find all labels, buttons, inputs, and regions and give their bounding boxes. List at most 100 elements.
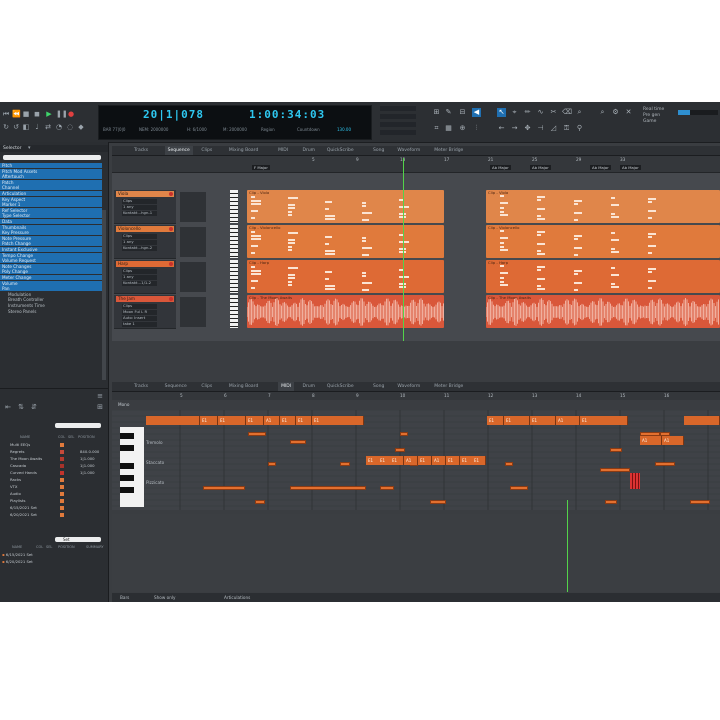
articulation-block[interactable]: E1	[390, 456, 404, 465]
grid-icon[interactable]: ▦	[444, 124, 453, 133]
browser-item[interactable]: Tempo Change	[0, 252, 102, 258]
clip[interactable]: Clip - The Moon Awaits	[247, 295, 444, 328]
record-arm-icon[interactable]	[169, 191, 173, 196]
articulations-toggle[interactable]: Articulations	[224, 593, 250, 602]
midi-note[interactable]	[600, 468, 630, 472]
midi-note[interactable]	[203, 486, 245, 490]
tab-sequence[interactable]: Sequence	[164, 146, 193, 155]
browser-item[interactable]: Key Aspect	[0, 196, 102, 202]
articulation-block[interactable]: E1	[504, 416, 530, 425]
counter-display[interactable]: 20|1|078 1:00:34:03 BAR 77|0|0 NEM: 2000…	[98, 105, 372, 140]
articulation-block[interactable]: A1	[556, 416, 580, 425]
list-view-icon[interactable]: ≡	[96, 392, 104, 400]
browser-item[interactable]: Thumbnails	[0, 224, 102, 230]
search-icon[interactable]: ⌕	[598, 108, 607, 117]
bus-icon[interactable]: ⊟	[458, 108, 467, 117]
midi-note[interactable]	[400, 432, 408, 436]
track-field[interactable]: Kontakt...hgn-2	[122, 246, 157, 251]
track-field[interactable]: Auto: Insert	[122, 316, 157, 321]
clip[interactable]: Clip - Violoncello	[247, 225, 444, 258]
browser-item[interactable]: Marker 1	[0, 202, 102, 208]
wait-icon[interactable]: ◔	[55, 123, 63, 131]
midi-note[interactable]	[290, 440, 306, 444]
articulation-block[interactable]	[684, 416, 720, 425]
track-field[interactable]: Clips	[122, 304, 157, 309]
track-header[interactable]: The Jam Clips Moon Ful L R Auto: Insert take…	[114, 295, 176, 329]
black-key[interactable]	[120, 463, 134, 469]
metronome-icon[interactable]: ♩	[33, 123, 41, 131]
piano-roll-ruler[interactable]: 5 6 7 8 9 10 11 12 13 14 15 16	[112, 392, 720, 400]
browser-item[interactable]: Poly Change	[0, 269, 102, 275]
track-routing[interactable]	[180, 227, 206, 257]
track-field[interactable]: 1 any	[122, 275, 157, 280]
nudge-right-icon[interactable]: →	[510, 124, 519, 133]
black-key[interactable]	[120, 445, 134, 451]
pointer-tool-icon[interactable]: ↖	[497, 108, 506, 117]
browser-item[interactable]: Pitch Mod Assets	[0, 168, 102, 174]
articulation-block[interactable]: A1	[264, 416, 280, 425]
tab-midi[interactable]: MIDI	[278, 146, 288, 155]
grid-view-icon[interactable]: ⊞	[96, 403, 104, 411]
tab-sequence[interactable]: Sequence	[165, 382, 187, 391]
wave-tool-icon[interactable]: ∿	[536, 108, 545, 117]
sort-icon[interactable]: ⇵	[30, 403, 38, 411]
project-list-item[interactable]: Playlists	[2, 498, 102, 504]
articulation-block[interactable]: E1	[530, 416, 556, 425]
move-icon[interactable]: ✥	[523, 124, 532, 133]
input-dropdown[interactable]	[380, 114, 416, 119]
pencil-tool-icon[interactable]: ✏	[523, 108, 532, 117]
zoom-icon[interactable]: ⊕	[458, 124, 467, 133]
midi-note[interactable]	[268, 462, 276, 466]
fade-icon[interactable]: ◿	[549, 124, 558, 133]
show-only-toggle[interactable]: Show only	[154, 593, 176, 602]
articulation-block[interactable]: A1	[662, 436, 684, 445]
midi-note[interactable]	[290, 486, 366, 490]
clip[interactable]: Clip - The Moon Awaits	[486, 295, 720, 328]
lock-icon[interactable]: ⚿	[562, 124, 571, 133]
quantize-dropdown[interactable]	[380, 130, 416, 135]
articulation-block[interactable]: E1	[446, 456, 460, 465]
set-list-item[interactable]: ▪ 6/15/2021 Set	[2, 552, 100, 558]
clip[interactable]: Clip - Viola	[486, 190, 720, 223]
project-list-item[interactable]: 6/20/2021 Set	[2, 512, 102, 518]
chevron-down-icon[interactable]: ▾	[28, 145, 31, 151]
tab-tracks[interactable]: Tracks	[134, 146, 148, 155]
articulation-block[interactable]: A1	[640, 436, 662, 445]
track-routing[interactable]	[180, 192, 206, 222]
magnify-tool-icon[interactable]: ⌕	[575, 108, 584, 117]
punch-icon[interactable]: ◧	[22, 123, 30, 131]
tab-quickscribe[interactable]: QuickScribe	[327, 382, 354, 391]
tab-waveform[interactable]: Waveform	[397, 382, 420, 391]
stop-icon[interactable]: ■	[22, 110, 30, 118]
articulation-block[interactable]: E1	[312, 416, 364, 425]
track-header[interactable]: Harp Clips 1 any Kontakt...1/1-2	[114, 260, 176, 294]
midi-note[interactable]	[655, 462, 675, 466]
clip[interactable]: Clip - Harp	[486, 260, 720, 293]
edit-icon[interactable]: ✎	[444, 108, 453, 117]
tab-mixing-board[interactable]: Mixing Board	[229, 382, 258, 391]
browser-item[interactable]: Instant Exclusive	[0, 247, 102, 252]
timeline-ruler[interactable]: 59131721252933 F MajorAb MajorAb MajorAb…	[112, 156, 720, 173]
track-field[interactable]: 1 any	[122, 240, 157, 245]
close-icon[interactable]: ✕	[624, 108, 633, 117]
track-name[interactable]: Harp	[116, 261, 174, 267]
project-list-item[interactable]: Racks	[2, 477, 102, 483]
browser-item[interactable]: Breath Controller	[0, 297, 108, 303]
midi-note[interactable]	[690, 500, 710, 504]
marker-flag[interactable]: Ab Major	[620, 165, 641, 170]
browser-item[interactable]: Data	[0, 219, 102, 224]
black-key[interactable]	[120, 433, 134, 439]
pause-icon[interactable]: ❚❚	[56, 110, 68, 118]
project-list-item[interactable]: Multi EEQs	[2, 442, 102, 448]
articulation-block[interactable]: A1	[404, 456, 418, 465]
pizzicato-marker[interactable]	[630, 473, 640, 489]
track-header[interactable]: Viola Clips 1 any Kontakt...hgn-1	[114, 190, 176, 224]
project-list-item[interactable]: 6/15/2021 Set	[2, 505, 102, 511]
nudge-left-icon[interactable]: ←	[497, 124, 506, 133]
midi-note[interactable]	[610, 448, 622, 452]
browser-item[interactable]: Note Pressure	[0, 235, 102, 241]
browser-item[interactable]: Modulation	[0, 291, 108, 297]
browser-scrollbar[interactable]	[102, 210, 106, 380]
articulation-block[interactable]: E1	[487, 416, 504, 425]
midi-note[interactable]	[605, 500, 617, 504]
